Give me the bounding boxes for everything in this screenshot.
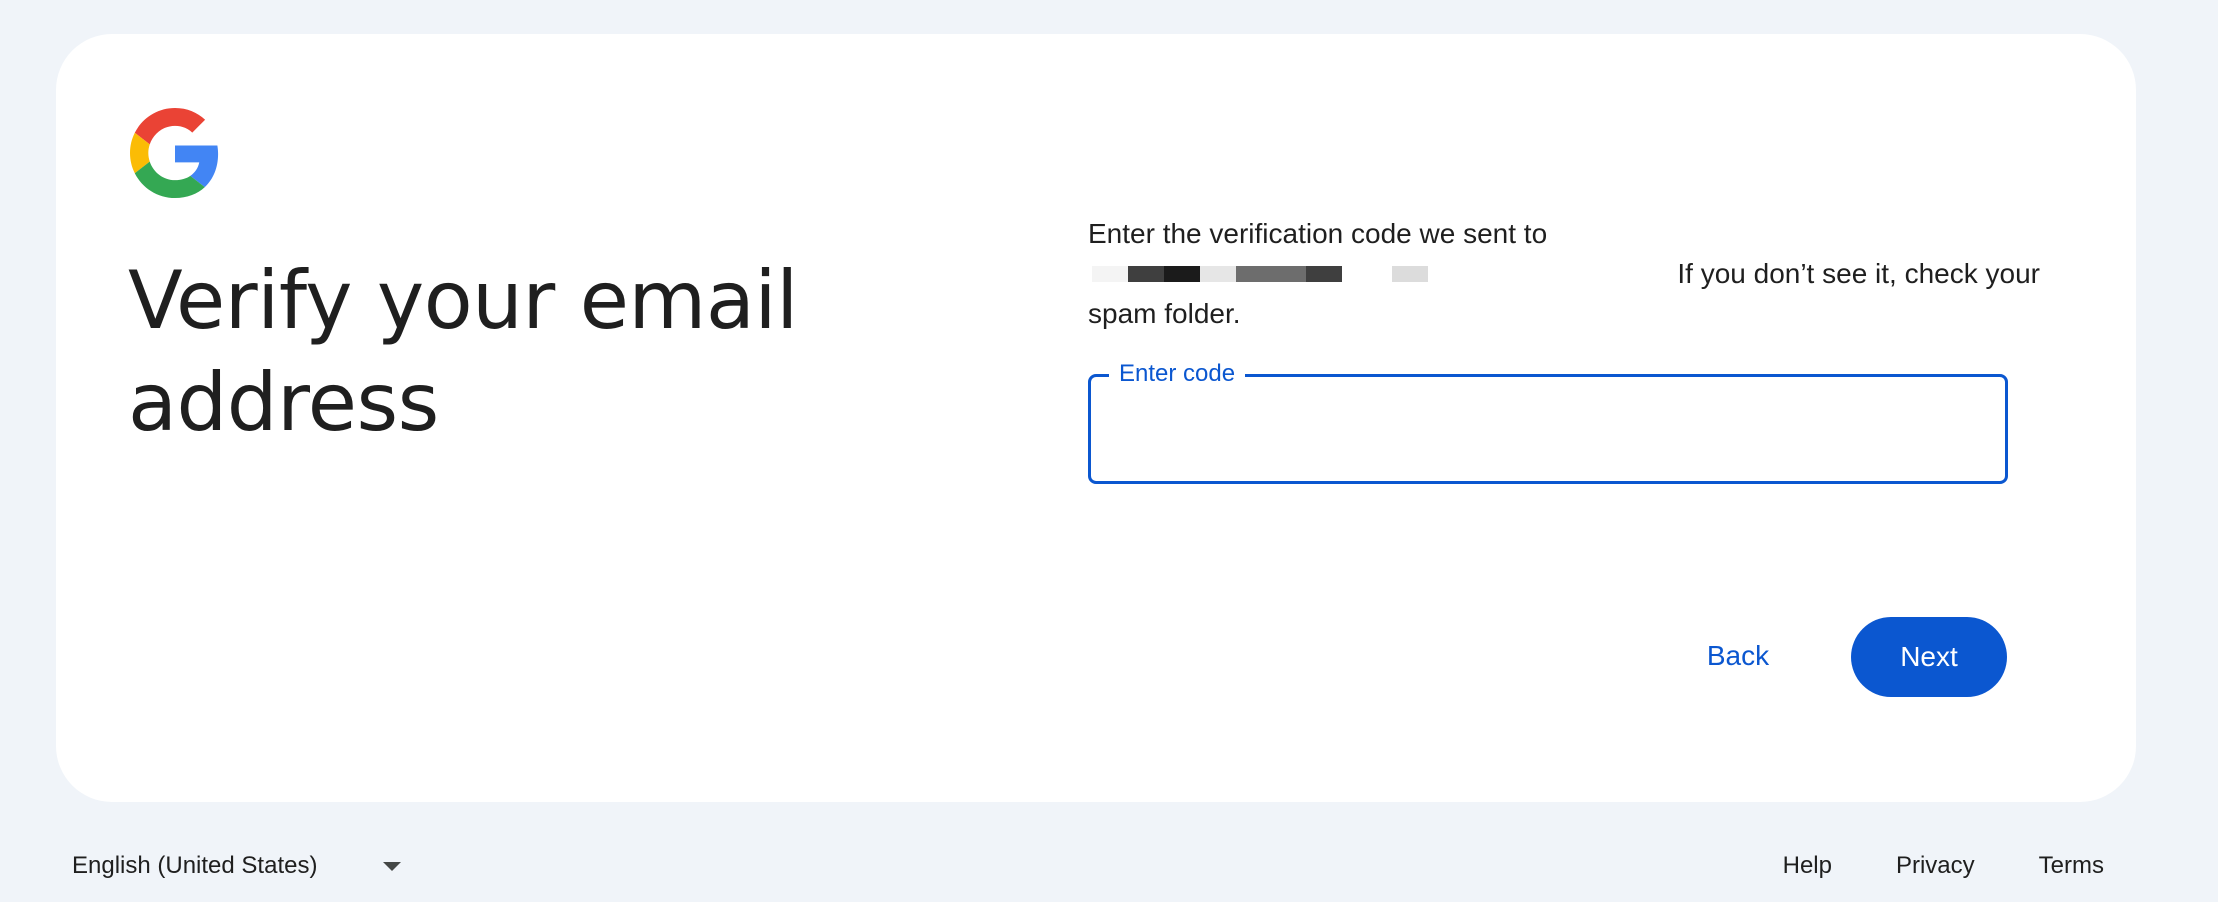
footer-links: Help Privacy Terms <box>1719 846 2104 886</box>
language-label: English (United States) <box>72 852 318 879</box>
instructions-line-1: Enter the verification code we sent to <box>1088 218 1548 249</box>
page-title: Verify your email address <box>128 254 798 449</box>
instructions-line-3: spam folder. <box>1088 298 1241 329</box>
privacy-link[interactable]: Privacy <box>1896 852 1975 880</box>
code-field-label: Enter code <box>1109 359 1246 389</box>
code-field[interactable]: Enter code <box>1088 359 2008 484</box>
next-button[interactable]: Next <box>1851 617 2007 697</box>
google-logo-icon <box>130 108 219 198</box>
back-button[interactable]: Back <box>1678 616 1798 696</box>
language-selector[interactable]: English (United States) <box>72 846 402 886</box>
terms-link[interactable]: Terms <box>2039 852 2104 880</box>
code-input[interactable] <box>1115 407 1979 453</box>
redacted-email <box>1092 266 1428 282</box>
instructions-line-2: If you don’t see it, check your <box>1677 258 2040 289</box>
caret-down-icon <box>383 861 402 871</box>
help-link[interactable]: Help <box>1783 852 1832 880</box>
